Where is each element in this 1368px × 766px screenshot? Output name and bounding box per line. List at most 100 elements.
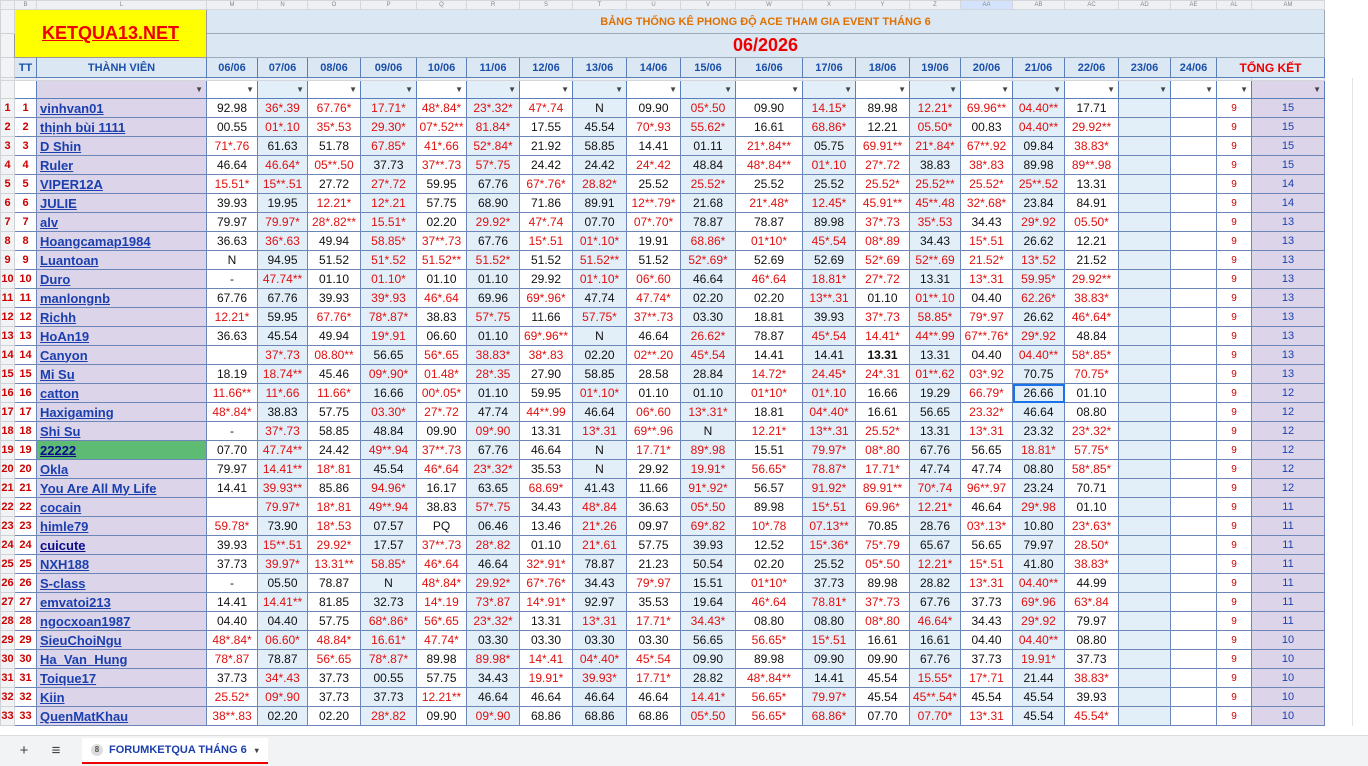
result-cell[interactable] — [1118, 668, 1171, 688]
result-cell[interactable]: 09.90 — [735, 98, 803, 118]
result-cell[interactable]: 67*.76* — [519, 573, 573, 593]
result-cell[interactable]: 46*.64 — [735, 269, 803, 289]
result-cell[interactable]: 44**.99 — [909, 326, 961, 346]
result-cell[interactable] — [1118, 440, 1171, 460]
result-cell[interactable]: 09.97 — [626, 516, 681, 536]
result-cell[interactable] — [1170, 668, 1217, 688]
result-cell[interactable]: 29.92** — [1064, 269, 1119, 289]
result-cell[interactable]: 28.58 — [626, 364, 681, 384]
result-cell[interactable]: 15.51 — [735, 440, 803, 460]
result-cell[interactable]: 25.52* — [960, 174, 1013, 194]
result-cell[interactable] — [1118, 478, 1171, 498]
result-cell[interactable]: 23.32* — [960, 402, 1013, 422]
result-cell[interactable]: 14.41 — [802, 345, 856, 365]
result-cell[interactable]: 46.64 — [519, 687, 573, 707]
result-cell[interactable]: 37**.73 — [416, 440, 467, 460]
result-cell[interactable]: 75*.79 — [855, 535, 910, 555]
result-cell[interactable]: 08.80 — [1064, 402, 1119, 422]
result-cell[interactable]: 28*.35 — [466, 364, 520, 384]
result-cell[interactable]: 19.64 — [680, 592, 736, 612]
table-row[interactable]: 5 5 VIPER12A 15.51* 15**.51 27.72 27*.72 59.95 6… — [0, 174, 1325, 194]
result-cell[interactable]: 46.64 — [572, 402, 627, 422]
result-cell[interactable]: 29.92 — [626, 459, 681, 479]
member-name-link[interactable]: cuicute — [36, 535, 207, 555]
result-cell[interactable] — [1118, 706, 1171, 726]
result-cell[interactable]: 18*.81 — [307, 459, 361, 479]
result-cell[interactable]: 01.10 — [1064, 497, 1119, 517]
result-cell[interactable]: 13.31 — [909, 421, 961, 441]
table-row[interactable]: 26 26 S-class -05.50 78.87 N 48*.84* 29.92* 67*.… — [0, 573, 1325, 593]
row-header[interactable]: 8 — [0, 231, 15, 251]
result-cell[interactable]: 13*.31 — [572, 421, 627, 441]
result-cell[interactable] — [1170, 383, 1217, 403]
filter-icon[interactable]: ▼ — [791, 86, 799, 94]
table-row[interactable]: 30 30 Ha_Van_Hung 78*.87 78.87 56*.65 78*.87* 8… — [0, 649, 1325, 669]
result-cell[interactable]: 37*.73 — [855, 212, 910, 232]
result-cell[interactable]: 28.84 — [680, 364, 736, 384]
result-cell[interactable]: 56*.65 — [416, 611, 467, 631]
table-row[interactable]: 17 17 Haxigaming 48*.84* 38.83 57.75 03.30* 27*… — [0, 402, 1325, 422]
result-cell[interactable]: 46.64 — [206, 155, 258, 175]
result-cell[interactable]: 16.61 — [909, 630, 961, 650]
filter-cell[interactable]: ▼ — [360, 80, 417, 99]
result-cell[interactable]: 14.41* — [855, 326, 910, 346]
result-cell[interactable]: 39*.93 — [360, 288, 417, 308]
result-cell[interactable]: 55.62* — [680, 117, 736, 137]
result-cell[interactable]: 58*.85* — [1064, 345, 1119, 365]
filter-icon[interactable]: ▼ — [561, 86, 569, 94]
table-row[interactable]: 33 33 QuenMatKhau 38**.83 02.20 02.20 28*.82 09… — [0, 706, 1325, 726]
result-cell[interactable]: 37.73 — [802, 573, 856, 593]
filter-icon[interactable]: ▼ — [1240, 86, 1248, 94]
result-cell[interactable]: 16.61 — [855, 630, 910, 650]
result-cell[interactable] — [1118, 364, 1171, 384]
result-cell[interactable]: 37*.73 — [257, 345, 308, 365]
result-cell[interactable]: 19.91* — [1012, 649, 1065, 669]
row-header[interactable]: 24 — [0, 535, 15, 555]
result-cell[interactable]: 12.21** — [416, 687, 467, 707]
row-header[interactable]: 18 — [0, 421, 15, 441]
result-cell[interactable]: 13.31** — [307, 554, 361, 574]
result-cell[interactable]: 07.70 — [206, 440, 258, 460]
result-cell[interactable]: 25.52* — [855, 421, 910, 441]
result-cell[interactable]: 52*.84* — [466, 136, 520, 156]
result-cell[interactable]: 29*.92 — [1012, 326, 1065, 346]
result-cell[interactable]: 24*.31 — [855, 364, 910, 384]
result-cell[interactable]: 51.52 — [519, 250, 573, 270]
result-cell[interactable]: 68.86* — [802, 706, 856, 726]
row-header[interactable]: 20 — [0, 459, 15, 479]
result-cell[interactable] — [1118, 611, 1171, 631]
result-cell[interactable]: 21.52 — [1064, 250, 1119, 270]
result-cell[interactable]: 38.83 — [909, 155, 961, 175]
result-cell[interactable]: 37.73 — [960, 592, 1013, 612]
result-cell[interactable]: 17*.71 — [960, 668, 1013, 688]
result-cell[interactable] — [1170, 573, 1217, 593]
result-cell[interactable]: 05**.50 — [307, 155, 361, 175]
filter-icon[interactable]: ▼ — [455, 86, 463, 94]
result-cell[interactable]: 13*.31 — [572, 611, 627, 631]
result-cell[interactable]: 56.65* — [735, 459, 803, 479]
result-cell[interactable]: 67**.76* — [960, 326, 1013, 346]
column-header[interactable]: N — [257, 0, 308, 10]
result-cell[interactable]: 71.86 — [519, 193, 573, 213]
result-cell[interactable]: 70.75 — [1012, 364, 1065, 384]
result-cell[interactable]: 01*.10* — [572, 231, 627, 251]
result-cell[interactable]: 46*.64 — [416, 459, 467, 479]
result-cell[interactable]: 07.70* — [909, 706, 961, 726]
result-cell[interactable]: 67.76 — [909, 440, 961, 460]
result-cell[interactable]: 03*.92 — [960, 364, 1013, 384]
result-cell[interactable]: 02.20 — [572, 345, 627, 365]
result-cell[interactable] — [1118, 459, 1171, 479]
spreadsheet-grid[interactable]: B L M N O P Q R S T U V W X Y Z AA AB AC AD AE AL AM KETQUA13.N… — [0, 0, 1368, 726]
result-cell[interactable] — [1118, 535, 1171, 555]
result-cell[interactable]: 51.52 — [307, 250, 361, 270]
result-cell[interactable]: 59.95 — [519, 383, 573, 403]
table-row[interactable]: 32 32 Kiin 25.52* 09*.90 37.73 37.73 12.21** 46.… — [0, 687, 1325, 707]
filter-cell[interactable]: ▼ — [680, 80, 736, 99]
result-cell[interactable] — [1170, 516, 1217, 536]
result-cell[interactable]: 91*.92* — [680, 478, 736, 498]
result-cell[interactable]: 16.66 — [855, 383, 910, 403]
result-cell[interactable]: 34.43 — [466, 668, 520, 688]
filter-cell[interactable]: ▼ — [257, 80, 308, 99]
result-cell[interactable]: 13*.31 — [960, 421, 1013, 441]
result-cell[interactable]: 25.52 — [802, 554, 856, 574]
